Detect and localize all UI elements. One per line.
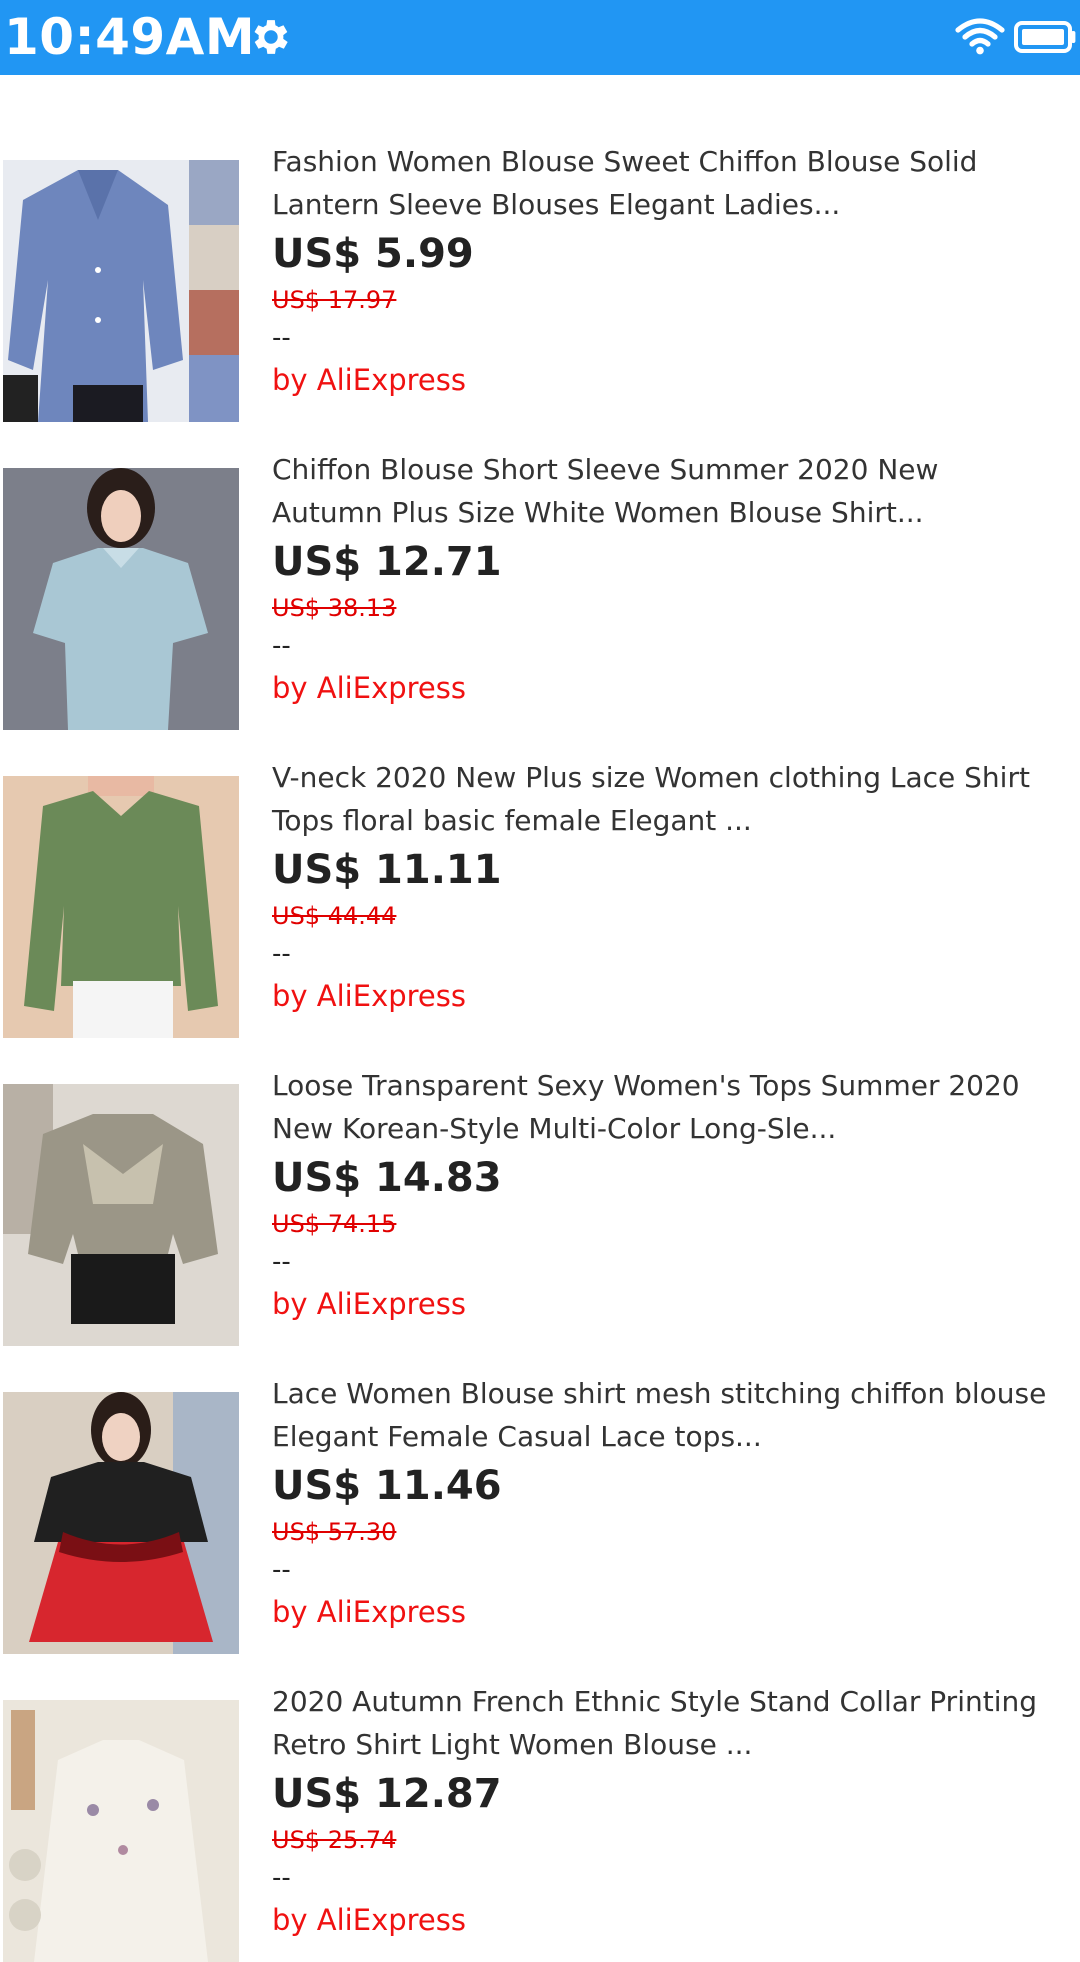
product-original-price: US$ 17.97 (272, 286, 397, 314)
product-title-line1[interactable]: V-neck 2020 New Plus size Women clothing… (272, 756, 1080, 799)
product-item[interactable]: Fashion Women Blouse Sweet Chiffon Blous… (0, 75, 1080, 422)
product-title-line1[interactable]: Loose Transparent Sexy Women's Tops Summ… (272, 1064, 1080, 1107)
product-title-line1[interactable]: Chiffon Blouse Short Sleeve Summer 2020 … (272, 448, 1080, 491)
product-title-line1[interactable]: 2020 Autumn French Ethnic Style Stand Co… (272, 1680, 1080, 1723)
product-title-line1[interactable]: Lace Women Blouse shirt mesh stitching c… (272, 1372, 1080, 1415)
product-price: US$ 12.71 (272, 539, 502, 585)
product-info: 2020 Autumn French Ethnic Style Stand Co… (272, 1680, 1080, 1942)
product-seller[interactable]: by AliExpress (272, 1898, 1080, 1942)
product-original-price: US$ 74.15 (272, 1210, 397, 1238)
product-info: Lace Women Blouse shirt mesh stitching c… (272, 1372, 1080, 1634)
product-original-price: US$ 38.13 (272, 594, 397, 622)
product-extra: -- (272, 1863, 291, 1893)
product-title-line1[interactable]: Fashion Women Blouse Sweet Chiffon Blous… (272, 140, 1080, 183)
status-bar: 10:49AM (0, 0, 1080, 75)
product-original-price: US$ 44.44 (272, 902, 397, 930)
battery-icon (1014, 21, 1076, 53)
product-price: US$ 14.83 (272, 1155, 502, 1201)
product-price: US$ 5.99 (272, 231, 474, 277)
product-title-line2[interactable]: New Korean-Style Multi-Color Long-Sle... (272, 1107, 1080, 1150)
product-item[interactable]: Lace Women Blouse shirt mesh stitching c… (0, 1307, 1080, 1654)
product-title-line2[interactable]: Tops floral basic female Elegant ... (272, 799, 1080, 842)
product-original-price: US$ 25.74 (272, 1826, 397, 1854)
product-title-line2[interactable]: Lantern Sleeve Blouses Elegant Ladies... (272, 183, 1080, 226)
product-price: US$ 11.11 (272, 847, 502, 893)
product-info: V-neck 2020 New Plus size Women clothing… (272, 756, 1080, 1018)
wifi-icon (955, 18, 1005, 55)
product-title-line2[interactable]: Elegant Female Casual Lace tops... (272, 1415, 1080, 1458)
product-item[interactable]: 2020 Autumn French Ethnic Style Stand Co… (0, 1615, 1080, 1962)
product-title-line2[interactable]: Autumn Plus Size White Women Blouse Shir… (272, 491, 1080, 534)
product-price: US$ 11.46 (272, 1463, 502, 1509)
product-extra: -- (272, 939, 291, 969)
product-item[interactable]: Loose Transparent Sexy Women's Tops Summ… (0, 999, 1080, 1346)
product-info: Fashion Women Blouse Sweet Chiffon Blous… (272, 140, 1080, 402)
product-item[interactable]: V-neck 2020 New Plus size Women clothing… (0, 691, 1080, 1038)
product-original-price: US$ 57.30 (272, 1518, 397, 1546)
product-info: Loose Transparent Sexy Women's Tops Summ… (272, 1064, 1080, 1326)
product-extra: -- (272, 323, 291, 353)
product-extra: -- (272, 1555, 291, 1585)
gear-icon (254, 20, 288, 54)
product-extra: -- (272, 631, 291, 661)
status-time: 10:49AM (4, 8, 256, 66)
product-price: US$ 12.87 (272, 1771, 502, 1817)
product-image-white-ethnic-blouse[interactable] (3, 1700, 239, 1962)
product-extra: -- (272, 1247, 291, 1277)
product-title-line2[interactable]: Retro Shirt Light Women Blouse ... (272, 1723, 1080, 1766)
product-info: Chiffon Blouse Short Sleeve Summer 2020 … (272, 448, 1080, 710)
product-item[interactable]: Chiffon Blouse Short Sleeve Summer 2020 … (0, 383, 1080, 730)
